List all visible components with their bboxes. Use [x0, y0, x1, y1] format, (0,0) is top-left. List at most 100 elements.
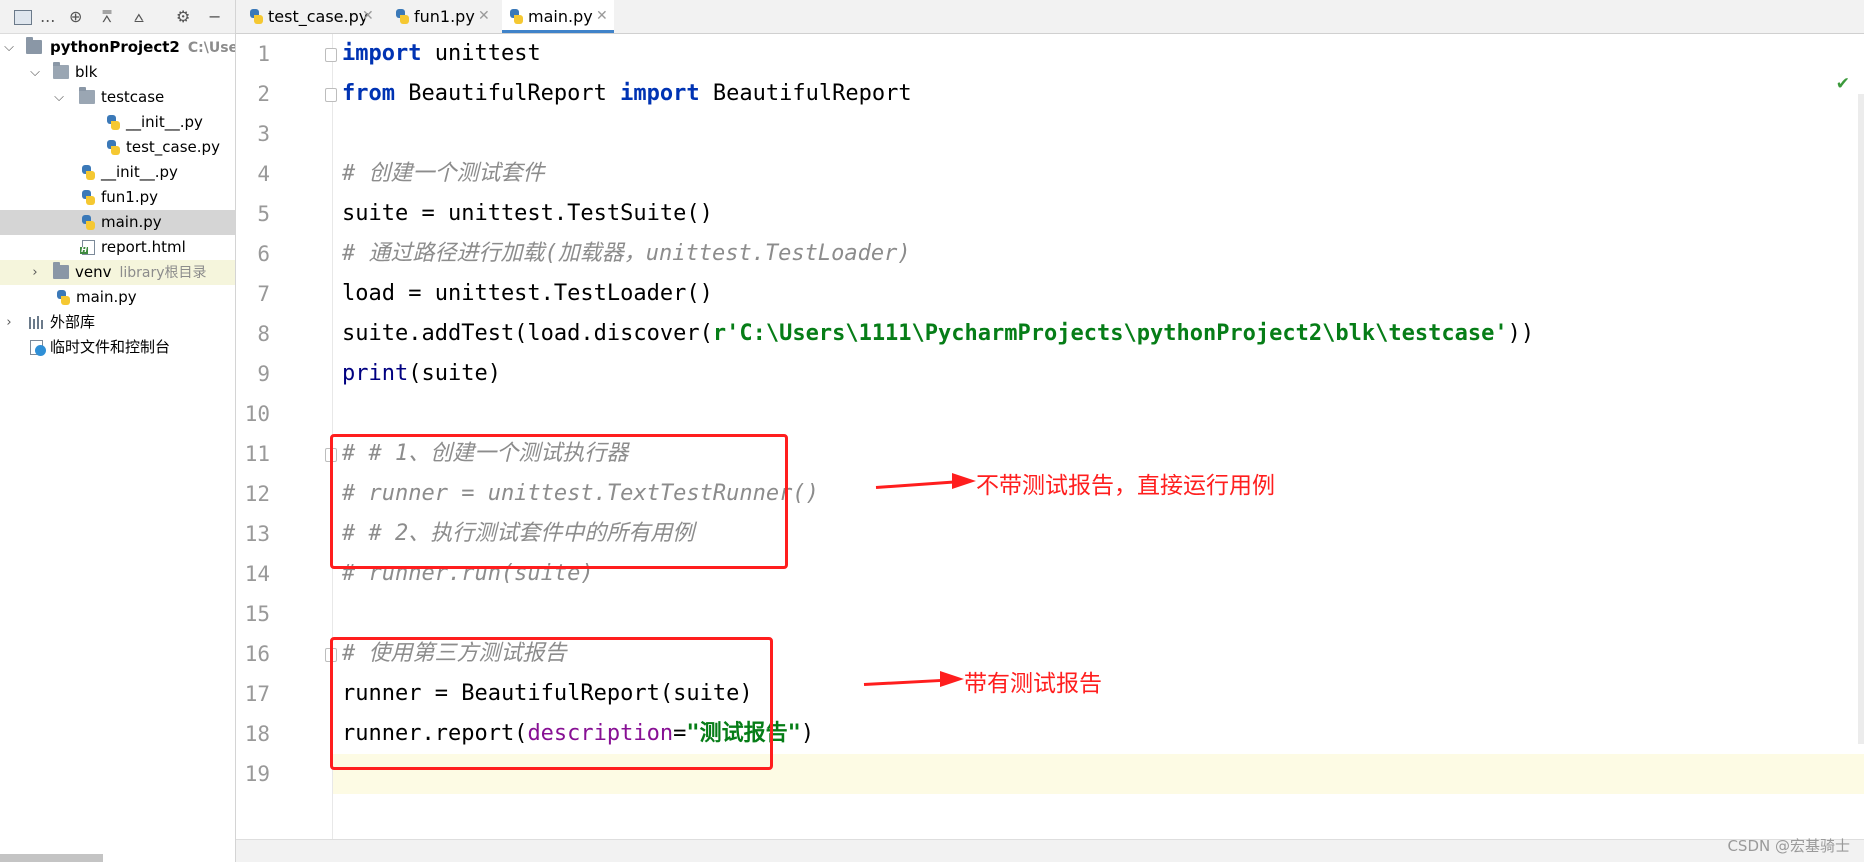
annotation-box-2	[330, 637, 773, 770]
code-editor[interactable]: 1 2 3 4 5 6 7 8 9 10 11 12 13 14 15 16 1…	[236, 34, 1864, 862]
string-literal: r'C:\Users\1111\PycharmProjects\pythonPr…	[712, 321, 1508, 346]
python-file-icon	[396, 9, 409, 24]
chevron-down-icon[interactable]: ⌵	[52, 85, 66, 110]
collapse-all-icon[interactable]: ⩟	[134, 7, 144, 27]
close-icon[interactable]: ✕	[596, 0, 608, 33]
editor-bottom-bar	[236, 839, 1864, 862]
fold-marker-icon[interactable]	[325, 48, 337, 62]
tab-test-case[interactable]: test_case.py ✕	[242, 0, 380, 33]
python-file-icon	[82, 190, 98, 205]
tab-main[interactable]: main.py ✕	[502, 0, 614, 33]
code-line-9: print(suite)	[342, 354, 501, 394]
builtin-function: print	[342, 361, 409, 386]
editor-tabs: test_case.py ✕ fun1.py ✕ main.py ✕	[236, 0, 1864, 34]
tree-item-venv[interactable]: › venv library根目录	[0, 260, 235, 285]
line-number: 17	[244, 682, 270, 706]
folder-icon	[53, 262, 69, 279]
line-number: 4	[257, 162, 270, 186]
close-icon[interactable]: ✕	[362, 0, 374, 33]
minimize-icon[interactable]: −	[208, 7, 221, 27]
tree-item-report[interactable]: H report.html	[0, 235, 235, 260]
line-number: 10	[244, 402, 270, 426]
tree-item-test-case[interactable]: test_case.py	[0, 135, 235, 160]
keyword: import	[620, 81, 700, 106]
annotation-box-1	[330, 434, 788, 569]
check-icon: ✔	[1835, 74, 1850, 94]
annotation-arrow-1	[875, 480, 956, 489]
code-text: suite.addTest(load.discover(	[342, 321, 713, 346]
library-icon	[29, 315, 45, 329]
code-line-2: from BeautifulReport import BeautifulRep…	[342, 74, 912, 114]
project-view-label: ...	[40, 7, 56, 26]
expand-all-icon[interactable]: ⩞	[102, 7, 112, 27]
code-text: BeautifulReport	[394, 81, 621, 106]
line-number: 16	[244, 642, 270, 666]
tree-item-testcase[interactable]: ⌵ testcase	[0, 85, 235, 110]
tree-item-label: 外部库	[50, 313, 96, 331]
line-number: 9	[257, 362, 270, 386]
project-path: C:\Users	[187, 40, 235, 56]
python-file-icon	[510, 9, 523, 24]
code-text: )	[800, 721, 815, 746]
chevron-right-icon[interactable]: ›	[2, 310, 16, 335]
tree-item-label: report.html	[101, 238, 186, 256]
tree-item-label: testcase	[101, 88, 165, 106]
folder-icon	[53, 62, 69, 79]
line-number: 3	[257, 122, 270, 146]
project-toolbar: ... ⊕ ⩞ ⩟ ⚙ −	[0, 0, 235, 34]
keyword: from	[342, 81, 395, 106]
code-text: BeautifulReport	[699, 81, 912, 106]
tab-label: test_case.py	[268, 7, 369, 26]
project-view-button[interactable]: ...	[14, 7, 55, 27]
tree-item-init-testcase[interactable]: __init__.py	[0, 110, 235, 135]
code-line-1: import unittest	[342, 34, 541, 74]
close-icon[interactable]: ✕	[478, 0, 490, 33]
line-number: 1	[257, 42, 270, 66]
line-number: 2	[257, 82, 270, 106]
python-file-icon	[57, 290, 73, 305]
line-number: 18	[244, 722, 270, 746]
line-gutter: 1 2 3 4 5 6 7 8 9 10 11 12 13 14 15 16 1…	[236, 34, 337, 862]
keyword: import	[342, 41, 422, 66]
tree-item-label: venv	[75, 263, 112, 281]
line-number: 8	[257, 322, 270, 346]
scratch-console-icon	[30, 340, 46, 356]
fold-marker-icon[interactable]	[325, 88, 337, 102]
line-number: 11	[244, 442, 270, 466]
tree-item-blk[interactable]: ⌵ blk	[0, 60, 235, 85]
tree-item-label: blk	[75, 63, 98, 81]
project-name: pythonProject2	[50, 38, 180, 56]
tree-item-label: fun1.py	[101, 188, 159, 206]
gear-icon[interactable]: ⚙	[176, 7, 190, 27]
tree-item-label: __init__.py	[126, 113, 203, 131]
line-number: 6	[257, 242, 270, 266]
tree-item-scratches[interactable]: 临时文件和控制台	[0, 335, 235, 360]
line-number: 12	[244, 482, 270, 506]
python-file-icon	[250, 9, 263, 24]
line-number: 14	[244, 562, 270, 586]
tree-root-project[interactable]: ⌵ pythonProject2 C:\Users	[0, 35, 235, 60]
chevron-down-icon[interactable]: ⌵	[28, 60, 42, 85]
tab-label: fun1.py	[414, 7, 475, 26]
chevron-down-icon[interactable]: ⌵	[2, 35, 16, 60]
tree-item-main-root[interactable]: main.py	[0, 285, 235, 310]
python-file-icon	[107, 115, 123, 130]
tree-item-external-libraries[interactable]: › 外部库	[0, 310, 235, 335]
code-text: ))	[1507, 321, 1535, 346]
sidebar-scrollbar[interactable]	[0, 854, 103, 862]
tab-fun1[interactable]: fun1.py ✕	[388, 0, 496, 33]
chevron-right-icon[interactable]: ›	[28, 260, 42, 285]
line-number: 7	[257, 282, 270, 306]
venv-hint: library根目录	[119, 265, 207, 281]
annotation-note-1: 不带测试报告，直接运行用例	[976, 473, 1275, 499]
tree-item-fun1[interactable]: fun1.py	[0, 185, 235, 210]
line-number: 5	[257, 202, 270, 226]
crosshair-icon[interactable]: ⊕	[69, 7, 82, 27]
python-file-icon	[107, 140, 123, 155]
html-file-icon: H	[80, 240, 96, 255]
tree-item-label: test_case.py	[126, 138, 220, 156]
tree-item-main-blk[interactable]: main.py	[0, 210, 235, 235]
editor-scrollbar[interactable]	[1858, 94, 1864, 744]
tree-item-init-blk[interactable]: __init__.py	[0, 160, 235, 185]
code-text: unittest	[421, 41, 541, 66]
